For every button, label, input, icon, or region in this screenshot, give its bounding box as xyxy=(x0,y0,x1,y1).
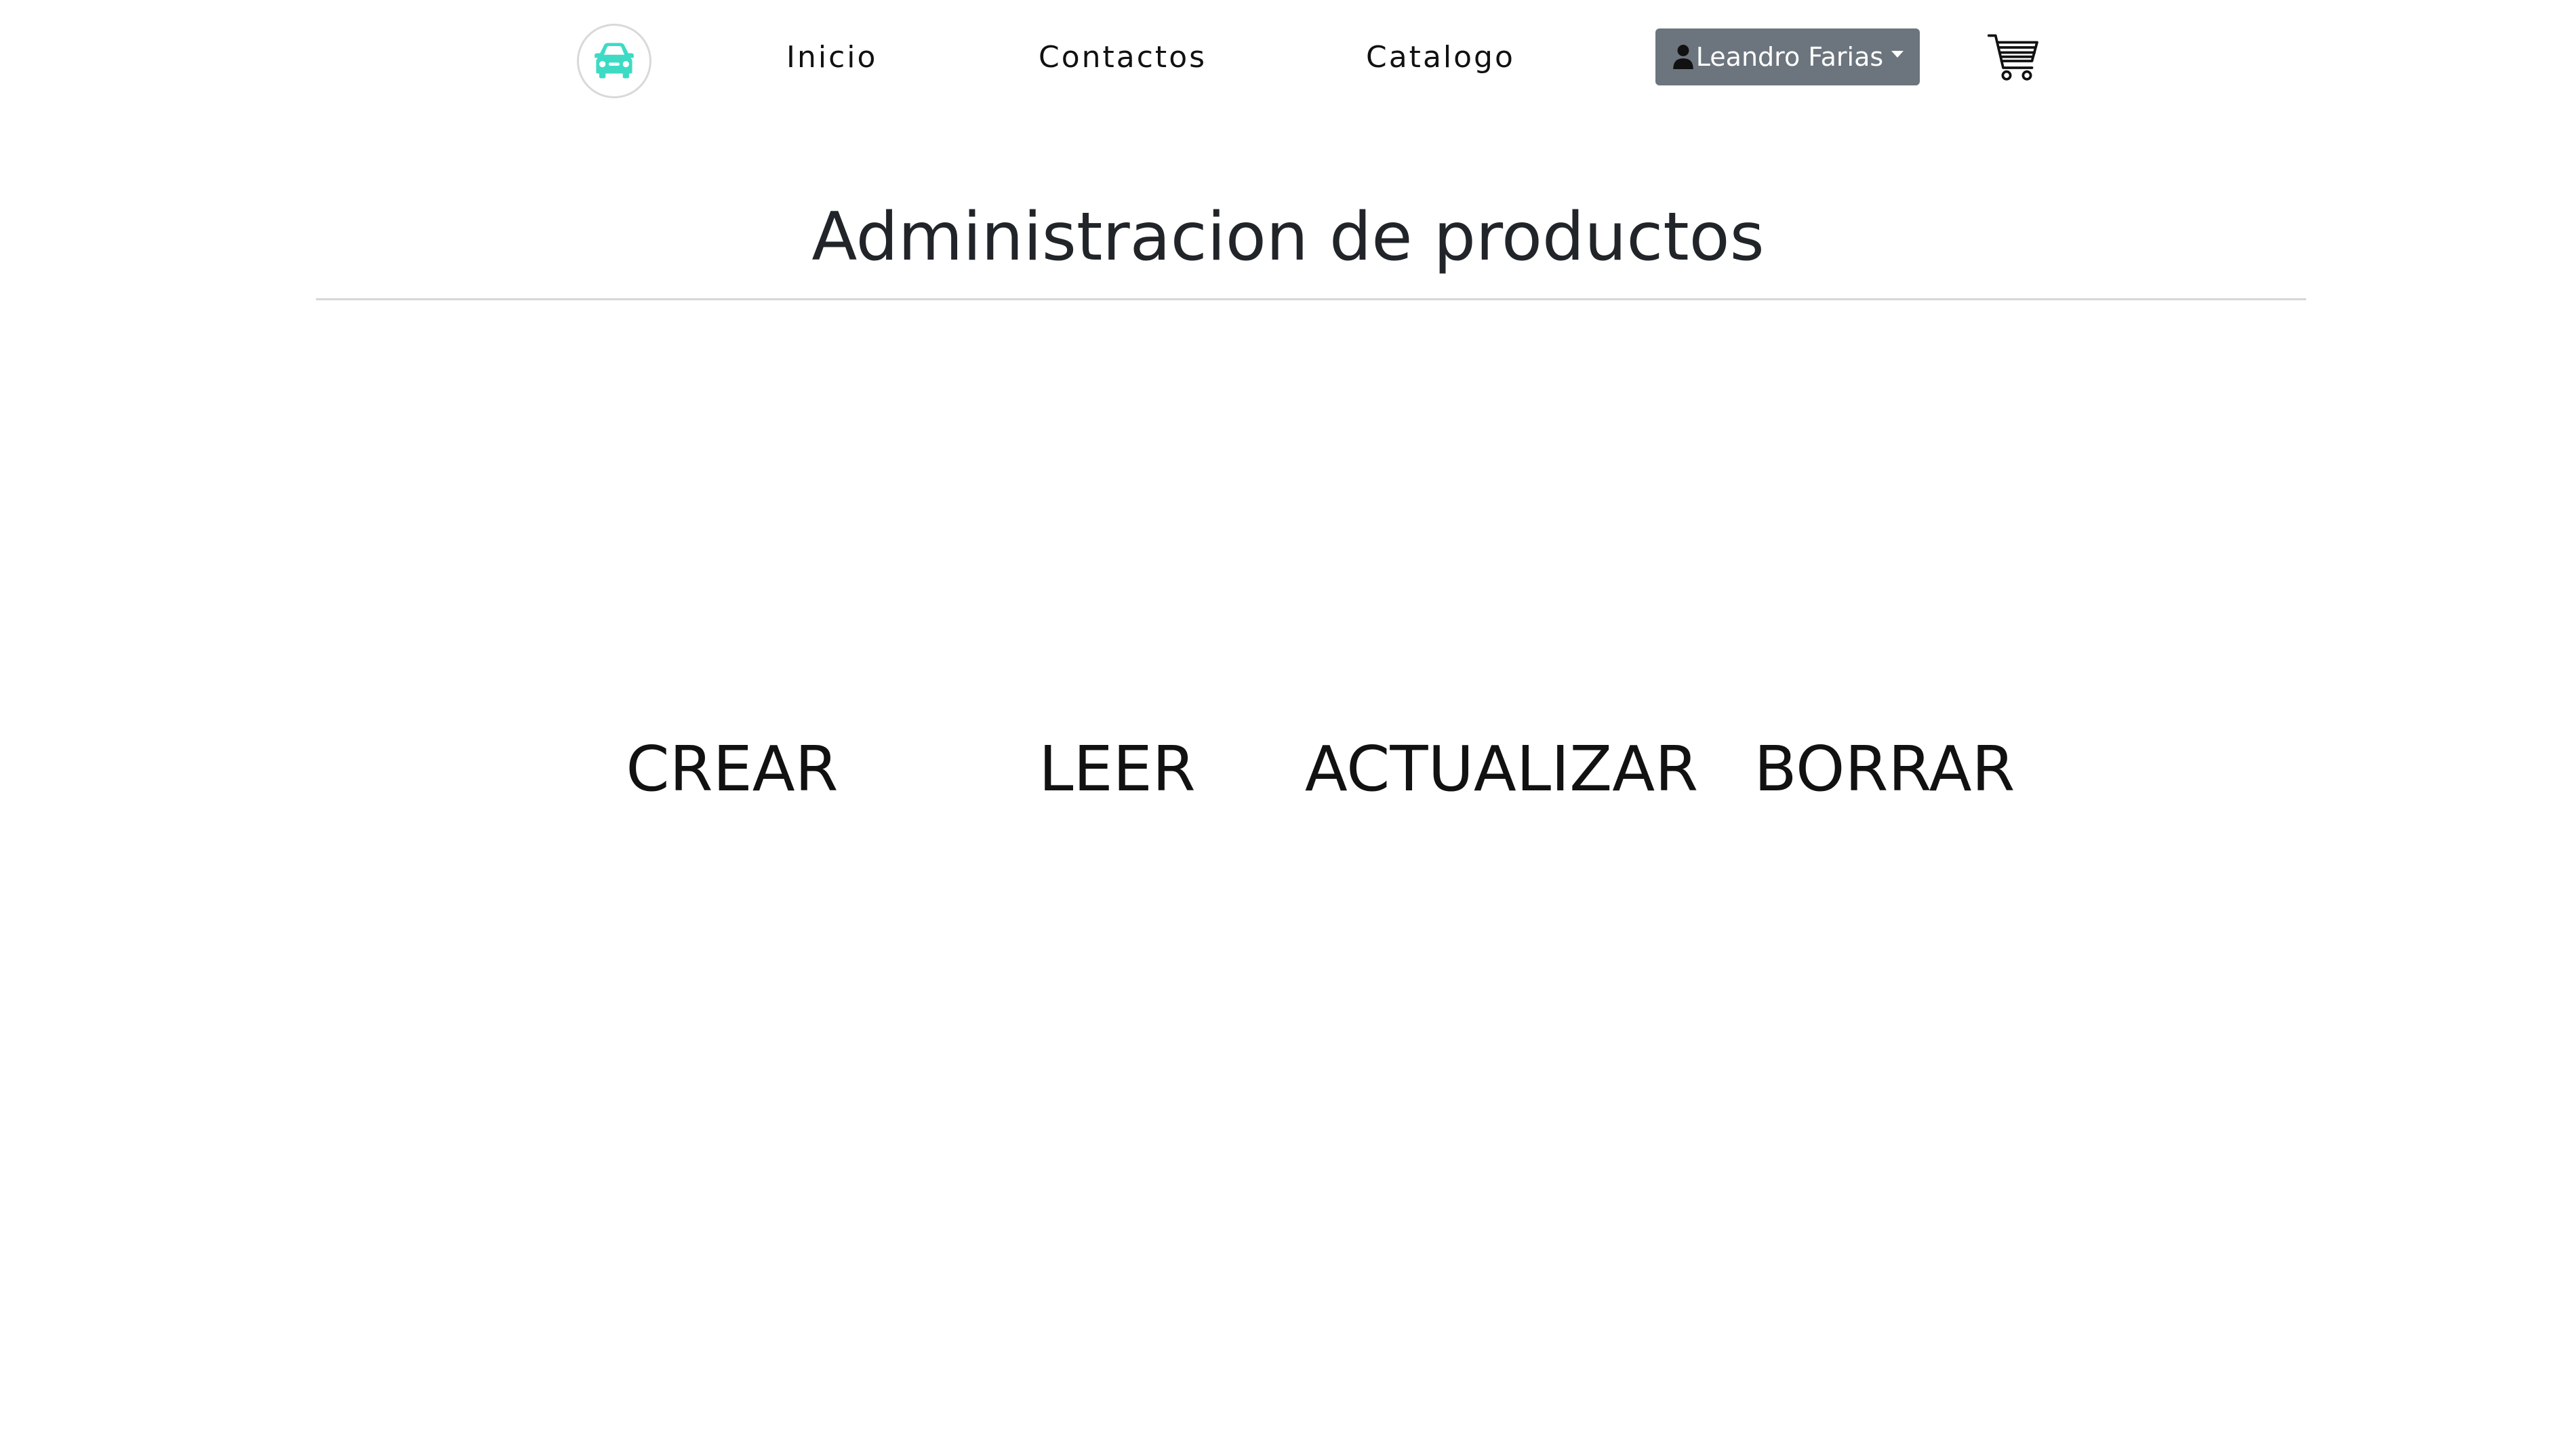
page-title: Administracion de productos xyxy=(811,199,1765,276)
caret-down-icon xyxy=(1891,51,1904,58)
user-menu-dropdown-button[interactable]: Leandro Farias xyxy=(1655,28,1920,85)
navbar: Inicio Contactos Catalogo Leandro Farias xyxy=(0,0,2576,115)
crear-action[interactable]: CREAR xyxy=(597,725,868,813)
nav-link-inicio[interactable]: Inicio xyxy=(786,34,877,81)
cart-button[interactable] xyxy=(1986,31,2040,85)
borrar-action[interactable]: BORRAR xyxy=(1749,725,2020,813)
page: Inicio Contactos Catalogo Leandro Farias xyxy=(0,0,2576,1437)
leer-action[interactable]: LEER xyxy=(982,725,1253,813)
home-logo-link[interactable] xyxy=(577,24,651,98)
nav-link-contactos[interactable]: Contactos xyxy=(1039,34,1207,81)
user-icon xyxy=(1672,44,1695,70)
shopping-cart-icon xyxy=(1986,31,2040,85)
actualizar-action[interactable]: ACTUALIZAR xyxy=(1302,725,1702,813)
car-icon xyxy=(589,36,639,86)
nav-link-catalogo[interactable]: Catalogo xyxy=(1366,34,1515,81)
user-menu-label: Leandro Farias xyxy=(1695,42,1884,72)
title-divider xyxy=(316,298,2306,300)
